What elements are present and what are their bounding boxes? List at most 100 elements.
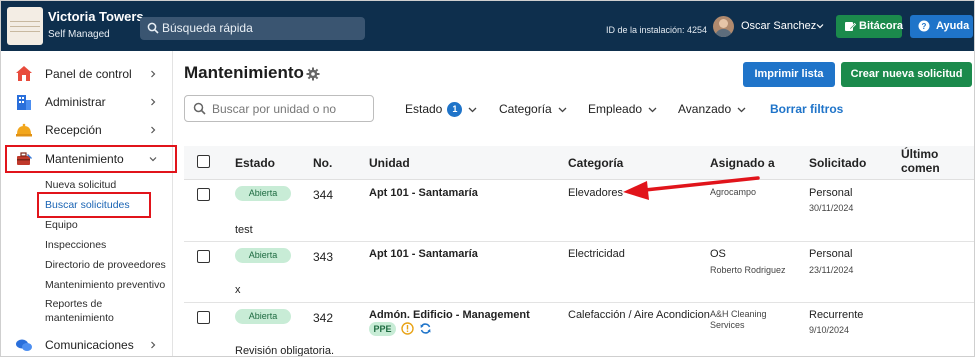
request-comment: x bbox=[235, 284, 241, 296]
bitacora-label: Bitácora bbox=[859, 20, 904, 32]
request-comment: Revisión obligatoria. bbox=[235, 345, 335, 357]
clear-filters-link[interactable]: Borrar filtros bbox=[770, 102, 843, 116]
chevron-right-icon bbox=[151, 98, 156, 106]
request-date: 30/11/2024 bbox=[809, 203, 854, 213]
sidebar-sub-reports-line2[interactable]: mantenimiento bbox=[45, 311, 114, 325]
request-unit[interactable]: Admón. Edificio - Management bbox=[369, 309, 530, 321]
status-badge: Abierta bbox=[235, 309, 291, 324]
sidebar-item-admin[interactable]: Administrar bbox=[1, 89, 173, 115]
row-checkbox[interactable] bbox=[197, 250, 210, 263]
sidebar-sub-equipment[interactable]: Equipo bbox=[45, 218, 78, 232]
sidebar-item-label: Comunicaciones bbox=[45, 338, 134, 352]
request-assigned-person: Roberto Rodriguez bbox=[710, 265, 786, 275]
property-name[interactable]: Victoria Towers bbox=[48, 9, 144, 24]
sidebar-item-reception[interactable]: Recepción bbox=[1, 117, 173, 143]
filter-employee[interactable]: Empleado bbox=[588, 102, 657, 116]
new-request-button[interactable]: Crear nueva solicitud bbox=[841, 62, 972, 87]
sidebar-item-label: Recepción bbox=[45, 123, 102, 137]
request-category: Calefacción / Aire Acondicion bbox=[568, 309, 710, 321]
column-header-last-comment[interactable]: Último comen bbox=[901, 147, 974, 175]
request-assigned: OS bbox=[710, 248, 726, 260]
sidebar-sub-vendor-directory[interactable]: Directorio de proveedores bbox=[45, 258, 166, 272]
sidebar-sub-preventive[interactable]: Mantenimiento preventivo bbox=[45, 278, 165, 292]
sidebar-item-communications[interactable]: Comunicaciones bbox=[1, 332, 173, 356]
help-button[interactable]: ? Ayuda bbox=[910, 15, 973, 38]
filter-category-label: Categoría bbox=[499, 102, 552, 116]
sidebar-sub-new-request[interactable]: Nueva solicitud bbox=[45, 178, 116, 192]
column-header-number[interactable]: No. bbox=[313, 156, 332, 170]
request-assigned: A&H Cleaning bbox=[710, 309, 767, 319]
request-date: 9/10/2024 bbox=[809, 325, 850, 335]
row-divider bbox=[184, 302, 974, 303]
warning-icon bbox=[401, 322, 414, 335]
building-icon bbox=[17, 95, 31, 110]
request-origin: Recurrente bbox=[809, 309, 864, 321]
request-number[interactable]: 342 bbox=[313, 311, 333, 325]
filter-count-badge: 1 bbox=[447, 102, 463, 117]
chevron-right-icon bbox=[151, 70, 156, 78]
sidebar-item-dashboard[interactable]: Panel de control bbox=[1, 61, 173, 87]
user-name[interactable]: Oscar Sanchez bbox=[741, 20, 816, 32]
column-header-requested[interactable]: Solicitado bbox=[809, 156, 866, 170]
property-logo[interactable] bbox=[7, 7, 43, 45]
request-number[interactable]: 343 bbox=[313, 250, 333, 264]
question-icon: ? bbox=[918, 20, 930, 32]
unit-search-input[interactable]: Buscar por unidad o no bbox=[184, 95, 374, 122]
quick-search-input[interactable]: Búsqueda rápida bbox=[140, 17, 365, 40]
chevron-down-icon bbox=[468, 107, 477, 113]
highlight-maintenance bbox=[5, 145, 177, 173]
bitacora-button[interactable]: Bitácora bbox=[836, 15, 904, 38]
sidebar-sub-reports[interactable]: Reportes de bbox=[45, 297, 102, 311]
recurring-icon bbox=[420, 323, 431, 334]
print-list-label: Imprimir lista bbox=[754, 68, 824, 80]
new-request-label: Crear nueva solicitud bbox=[850, 68, 963, 80]
filter-advanced-label: Avanzado bbox=[678, 102, 732, 116]
request-origin: Personal bbox=[809, 187, 853, 199]
ppe-tag: PPE bbox=[369, 322, 396, 336]
request-comment: test bbox=[235, 224, 253, 236]
filter-status-label: Estado bbox=[405, 102, 443, 116]
column-header-assigned[interactable]: Asignado a bbox=[710, 156, 775, 170]
request-category: Electricidad bbox=[568, 248, 625, 260]
filter-employee-label: Empleado bbox=[588, 102, 643, 116]
filter-advanced[interactable]: Avanzado bbox=[678, 102, 746, 116]
request-number[interactable]: 344 bbox=[313, 188, 333, 202]
row-checkbox[interactable] bbox=[197, 311, 210, 324]
app-window: Victoria Towers Self Managed Búsqueda rá… bbox=[0, 0, 975, 357]
quick-search-placeholder: Búsqueda rápida bbox=[162, 21, 253, 35]
sidebar-item-label: Administrar bbox=[45, 95, 106, 109]
request-category: Elevadores bbox=[568, 187, 624, 199]
status-badge: Abierta bbox=[235, 248, 291, 263]
home-icon bbox=[16, 66, 32, 81]
column-header-category[interactable]: Categoría bbox=[568, 156, 623, 170]
select-all-checkbox[interactable] bbox=[197, 155, 210, 168]
column-header-unit[interactable]: Unidad bbox=[369, 156, 410, 170]
filter-status[interactable]: Estado 1 bbox=[405, 102, 477, 117]
user-avatar[interactable] bbox=[713, 16, 734, 37]
page-title: Mantenimiento bbox=[184, 63, 304, 82]
chevron-down-icon[interactable] bbox=[816, 22, 824, 30]
filter-category[interactable]: Categoría bbox=[499, 102, 567, 116]
chevron-right-icon bbox=[151, 341, 156, 349]
chevron-down-icon bbox=[558, 107, 567, 113]
help-label: Ayuda bbox=[936, 20, 970, 32]
svg-text:?: ? bbox=[922, 22, 927, 31]
row-checkbox[interactable] bbox=[197, 188, 210, 201]
chat-icon bbox=[16, 339, 32, 351]
request-unit[interactable]: Apt 101 - Santamaría bbox=[369, 248, 478, 260]
chevron-down-icon bbox=[648, 107, 657, 113]
request-unit[interactable]: Apt 101 - Santamaría bbox=[369, 187, 478, 199]
request-origin: Personal bbox=[809, 248, 853, 260]
sidebar-sub-inspections[interactable]: Inspecciones bbox=[45, 238, 106, 252]
request-date: 23/11/2024 bbox=[809, 265, 854, 275]
installation-id: ID de la instalación: 4254 bbox=[606, 25, 708, 35]
search-icon bbox=[147, 22, 159, 34]
print-list-button[interactable]: Imprimir lista bbox=[743, 62, 835, 87]
column-header-status[interactable]: Estado bbox=[235, 156, 275, 170]
annotation-arrow bbox=[623, 176, 760, 200]
edit-log-icon bbox=[845, 22, 856, 31]
gear-icon[interactable] bbox=[306, 67, 320, 81]
request-assigned-line2: Services bbox=[710, 320, 745, 330]
chevron-down-icon bbox=[737, 107, 746, 113]
highlight-search-requests bbox=[37, 192, 151, 218]
